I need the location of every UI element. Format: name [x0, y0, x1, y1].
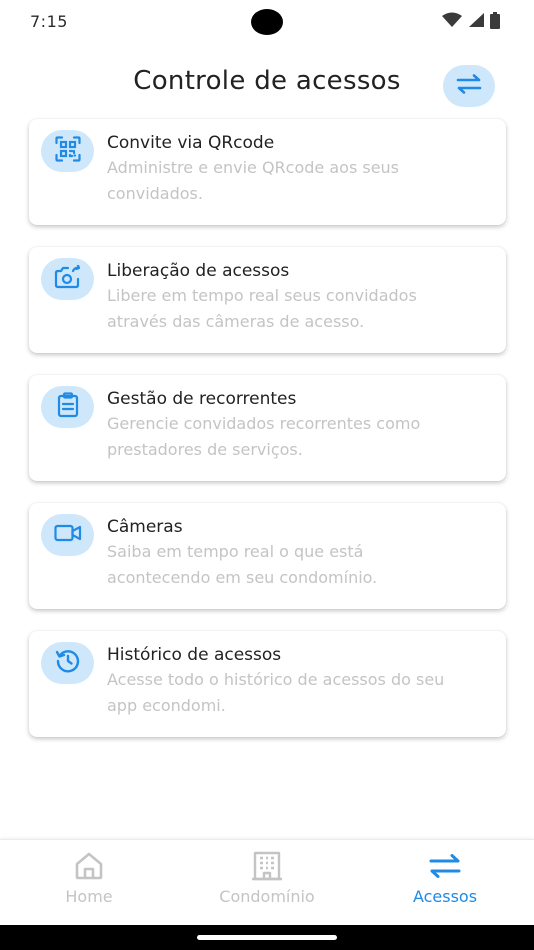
battery-icon — [490, 11, 500, 33]
card-description: Acesse todo o histórico de acessos do se… — [107, 670, 445, 715]
card-title: Gestão de recorrentes — [107, 389, 297, 409]
card-description: Libere em tempo real seus convidados atr… — [107, 286, 417, 331]
wifi-icon — [442, 12, 462, 32]
gesture-handle[interactable] — [197, 935, 337, 940]
card-title: Câmeras — [107, 517, 183, 537]
clipboard-icon — [57, 392, 79, 422]
card-description: Administre e envie QRcode aos seus convi… — [107, 158, 400, 203]
card-description: Gerencie convidados recorrentes como pre… — [107, 414, 421, 459]
nav-label: Condomínio — [219, 887, 315, 906]
nav-label: Home — [65, 887, 113, 906]
camera-rotate-icon — [54, 264, 82, 293]
card-qrcode-invite[interactable]: Convite via QRcode Administre e envie QR… — [29, 119, 506, 225]
swap-arrows-icon — [455, 74, 483, 98]
access-menu: Convite via QRcode Administre e envie QR… — [29, 119, 506, 759]
home-icon — [74, 852, 104, 884]
switch-button[interactable] — [443, 65, 495, 107]
card-icon-wrap — [41, 514, 94, 556]
status-bar: 7:15 — [0, 0, 534, 46]
status-time: 7:15 — [30, 12, 68, 31]
card-title: Liberação de acessos — [107, 261, 290, 281]
card-icon-wrap — [41, 130, 94, 172]
system-gesture-bar — [0, 925, 534, 950]
card-icon-wrap — [41, 258, 94, 300]
bottom-nav: Home Condomínio Acessos — [0, 839, 534, 925]
qrcode-icon — [54, 136, 81, 166]
swap-arrows-icon — [428, 854, 462, 882]
card-recurring-management[interactable]: Gestão de recorrentes Gerencie convidado… — [29, 375, 506, 481]
card-description: Saiba em tempo real o que está acontecen… — [107, 542, 378, 587]
card-icon-wrap — [41, 386, 94, 428]
card-title: Convite via QRcode — [107, 133, 275, 153]
nav-item-home[interactable]: Home — [0, 840, 178, 926]
video-camera-icon — [53, 524, 82, 546]
status-icons — [442, 11, 500, 33]
card-access-release[interactable]: Liberação de acessos Libere em tempo rea… — [29, 247, 506, 353]
signal-icon — [468, 12, 484, 32]
card-icon-wrap — [41, 642, 94, 684]
card-access-history[interactable]: Histórico de acessos Acesse todo o histó… — [29, 631, 506, 737]
card-title: Histórico de acessos — [107, 645, 282, 665]
history-icon — [55, 648, 81, 678]
nav-label: Acessos — [412, 887, 478, 906]
nav-item-acessos[interactable]: Acessos — [356, 840, 534, 926]
camera-cutout — [251, 9, 283, 35]
card-cameras[interactable]: Câmeras Saiba em tempo real o que está a… — [29, 503, 506, 609]
nav-item-condominio[interactable]: Condomínio — [178, 840, 356, 926]
building-icon — [251, 851, 283, 885]
